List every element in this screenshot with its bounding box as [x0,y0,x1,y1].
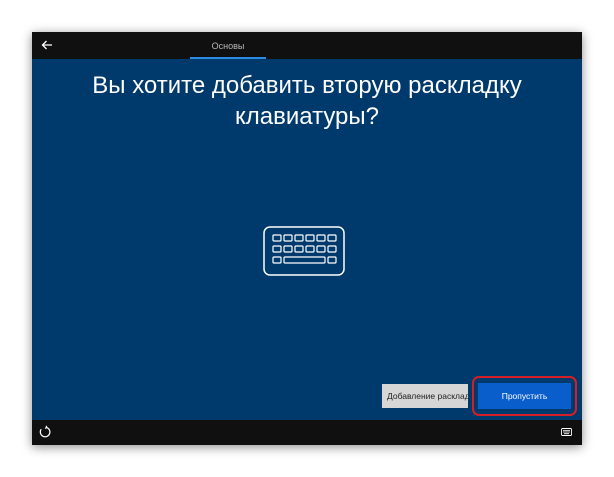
input-keyboard-icon[interactable] [561,428,572,436]
skip-button[interactable]: Пропустить [478,383,571,409]
tab-active-indicator [190,57,266,59]
setup-window: Основы Вы хотите добавить вторую расклад… [32,32,582,445]
accessibility-icon[interactable] [38,425,52,439]
add-layout-button[interactable]: Добавление раскладки [382,384,468,408]
page-title: Вы хотите добавить вторую раскладку клав… [92,72,522,130]
arrow-left-icon [41,40,52,50]
tab-basics[interactable]: Основы [190,32,266,59]
back-button[interactable] [36,35,58,55]
bottom-bar [32,420,582,445]
keyboard-icon [263,226,345,276]
top-bar: Основы [32,32,582,59]
